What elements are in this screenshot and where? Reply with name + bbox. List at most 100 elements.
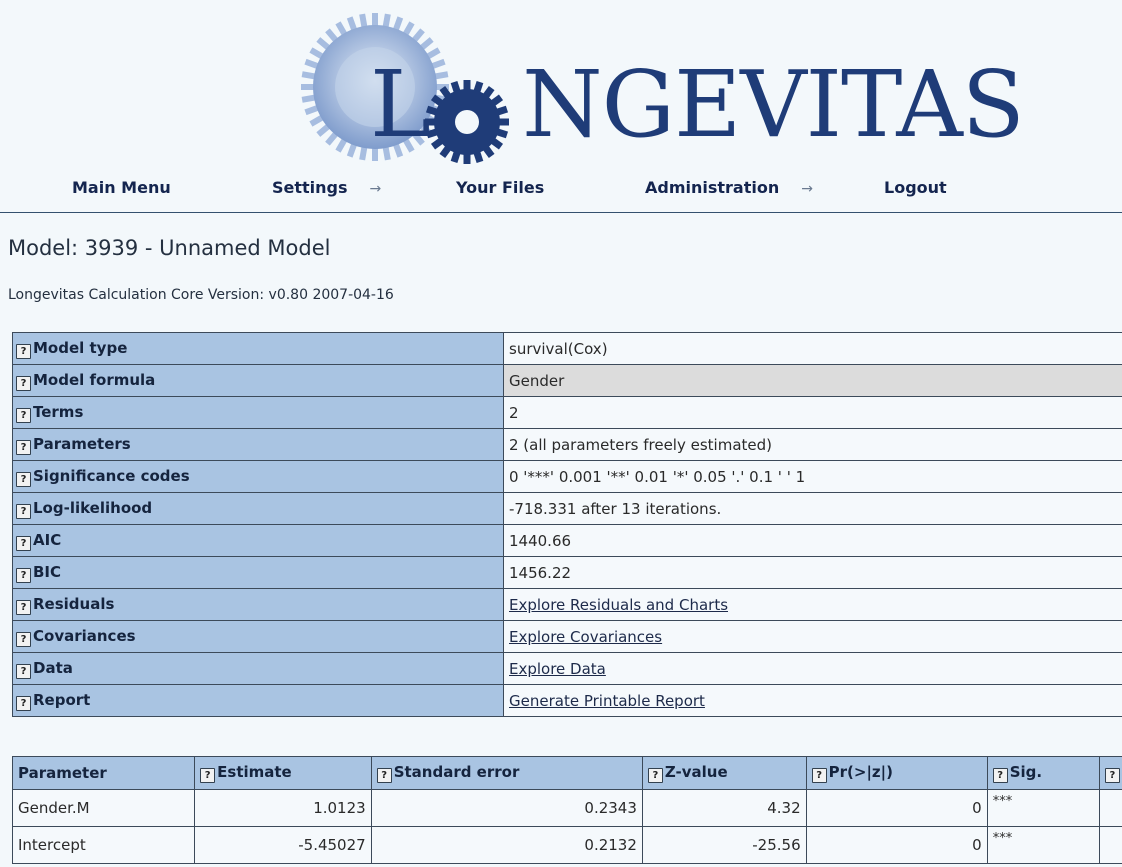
info-value: 0 '***' 0.001 '**' 0.01 '*' 0.05 '.' 0.1… xyxy=(503,460,1122,493)
cell-std-error: 0.2132 xyxy=(370,826,643,864)
info-key-label: Residuals xyxy=(33,594,115,613)
column-header-label: Estimate xyxy=(217,763,292,781)
info-row: ? Model type survival(Cox) xyxy=(12,332,1122,365)
nav-logout[interactable]: Logout xyxy=(884,178,947,197)
column-header[interactable]: ? Z-value xyxy=(641,756,807,790)
cell-z-value: -25.56 xyxy=(641,826,807,864)
info-key: ? Log-likelihood xyxy=(12,492,504,525)
info-value: Gender xyxy=(503,364,1122,397)
main-nav: Main Menu Settings → Your Files Administr… xyxy=(0,178,1122,202)
column-header-label: Sig. xyxy=(1009,763,1043,781)
nav-your-files[interactable]: Your Files xyxy=(456,178,544,197)
column-header-label: Z-value xyxy=(664,763,728,781)
info-key-label: Log-likelihood xyxy=(33,498,153,517)
table-row: Gender.M 1.0123 0.2343 4.32 0 *** xyxy=(11,789,1122,827)
info-row: ? Model formula Gender xyxy=(12,364,1122,397)
info-value: Explore Data xyxy=(503,652,1122,685)
arrow-right-icon: → xyxy=(801,181,813,197)
info-link[interactable]: Explore Data xyxy=(509,660,606,678)
info-value: 1456.22 xyxy=(503,556,1122,589)
cell-parameter: Intercept xyxy=(11,826,196,864)
info-key: ? Covariances xyxy=(12,620,504,653)
column-header[interactable]: ? xyxy=(1098,756,1122,790)
help-icon[interactable]: ? xyxy=(16,695,31,711)
cell-extra xyxy=(1098,789,1122,827)
page-title: Model: 3939 - Unnamed Model xyxy=(8,236,331,260)
info-key: ? Residuals xyxy=(12,588,504,621)
info-value: 2 (all parameters freely estimated) xyxy=(503,428,1122,461)
help-icon[interactable]: ? xyxy=(16,407,31,423)
info-row: ? Significance codes 0 '***' 0.001 '**' 0.… xyxy=(12,460,1122,493)
info-value: 1440.66 xyxy=(503,524,1122,557)
nav-administration[interactable]: Administration → xyxy=(645,178,813,197)
info-key-label: Parameters xyxy=(33,434,131,453)
info-value-text: 0 '***' 0.001 '**' 0.01 '*' 0.05 '.' 0.1… xyxy=(509,467,806,486)
info-value: Explore Covariances xyxy=(503,620,1122,653)
nav-settings[interactable]: Settings → xyxy=(272,178,381,197)
info-key: ? Data xyxy=(12,652,504,685)
info-key: ? Model formula xyxy=(12,364,504,397)
help-icon[interactable]: ? xyxy=(16,631,31,647)
info-row: ? Residuals Explore Residuals and Charts xyxy=(12,588,1122,621)
column-header-label: Parameter xyxy=(18,764,107,782)
help-icon[interactable]: ? xyxy=(16,439,31,455)
help-icon[interactable]: ? xyxy=(1104,768,1120,783)
column-header[interactable]: ? Pr(>|z|) xyxy=(805,756,988,790)
help-icon[interactable]: ? xyxy=(16,663,31,679)
column-header[interactable]: ? Estimate xyxy=(194,756,372,790)
help-icon[interactable]: ? xyxy=(16,535,31,551)
info-link[interactable]: Explore Residuals and Charts xyxy=(509,596,728,614)
info-value-text: -718.331 after 13 iterations. xyxy=(509,499,722,518)
help-icon[interactable]: ? xyxy=(16,567,31,583)
help-icon[interactable]: ? xyxy=(16,503,31,519)
column-header[interactable]: ? Sig. xyxy=(986,756,1100,790)
help-icon[interactable]: ? xyxy=(200,768,216,783)
help-icon[interactable]: ? xyxy=(16,471,31,487)
cell-z-value: 4.32 xyxy=(641,789,807,827)
info-value: survival(Cox) xyxy=(503,332,1122,365)
info-value: -718.331 after 13 iterations. xyxy=(503,492,1122,525)
info-key-label: Data xyxy=(33,658,73,677)
info-row: ? Data Explore Data xyxy=(12,652,1122,685)
info-value-text: 2 (all parameters freely estimated) xyxy=(509,435,772,454)
info-key-label: Model type xyxy=(33,338,128,357)
cell-p-value: 0 xyxy=(805,826,988,864)
info-key-label: AIC xyxy=(33,530,62,549)
info-key-label: BIC xyxy=(33,562,62,581)
info-link[interactable]: Generate Printable Report xyxy=(509,692,705,710)
help-icon[interactable]: ? xyxy=(811,768,827,783)
column-header-label: Standard error xyxy=(393,763,520,781)
help-icon[interactable]: ? xyxy=(16,343,31,359)
info-key: ? Significance codes xyxy=(12,460,504,493)
info-key: ? BIC xyxy=(12,556,504,589)
info-value: Generate Printable Report xyxy=(503,684,1122,717)
info-row: ? Terms 2 xyxy=(12,396,1122,429)
help-icon[interactable]: ? xyxy=(992,768,1008,783)
help-icon[interactable]: ? xyxy=(16,375,31,391)
column-header[interactable]: Parameter xyxy=(11,756,196,790)
info-key: ? Model type xyxy=(12,332,504,365)
cell-sig: *** xyxy=(986,826,1100,864)
info-value: Explore Residuals and Charts xyxy=(503,588,1122,621)
parameter-table: Parameter? Estimate? Standard error? Z-valu… xyxy=(11,756,1122,864)
info-row: ? AIC 1440.66 xyxy=(12,524,1122,557)
header-divider xyxy=(0,212,1122,213)
cell-estimate: 1.0123 xyxy=(194,789,372,827)
info-key-label: Report xyxy=(33,690,91,709)
help-icon[interactable]: ? xyxy=(376,768,392,783)
cell-sig: *** xyxy=(986,789,1100,827)
info-link[interactable]: Explore Covariances xyxy=(509,628,662,646)
arrow-right-icon: → xyxy=(369,181,382,197)
cell-extra xyxy=(1098,826,1122,864)
site-header: L NGEVITAS Main Menu Settings → Your Files… xyxy=(0,0,1122,214)
info-key-label: Terms xyxy=(33,402,84,421)
cell-estimate: -5.45027 xyxy=(194,826,372,864)
column-header[interactable]: ? Standard error xyxy=(370,756,643,790)
help-icon[interactable]: ? xyxy=(16,599,31,615)
column-header-label: Pr(>|z|) xyxy=(828,763,893,781)
help-icon[interactable]: ? xyxy=(647,768,663,783)
model-info-table: ? Model type survival(Cox)? Model formula Ge… xyxy=(12,332,1122,717)
nav-main-menu[interactable]: Main Menu xyxy=(72,178,171,197)
version-text: Longevitas Calculation Core Version: v0.… xyxy=(8,287,394,303)
info-row: ? Log-likelihood -718.331 after 13 iterati… xyxy=(12,492,1122,525)
